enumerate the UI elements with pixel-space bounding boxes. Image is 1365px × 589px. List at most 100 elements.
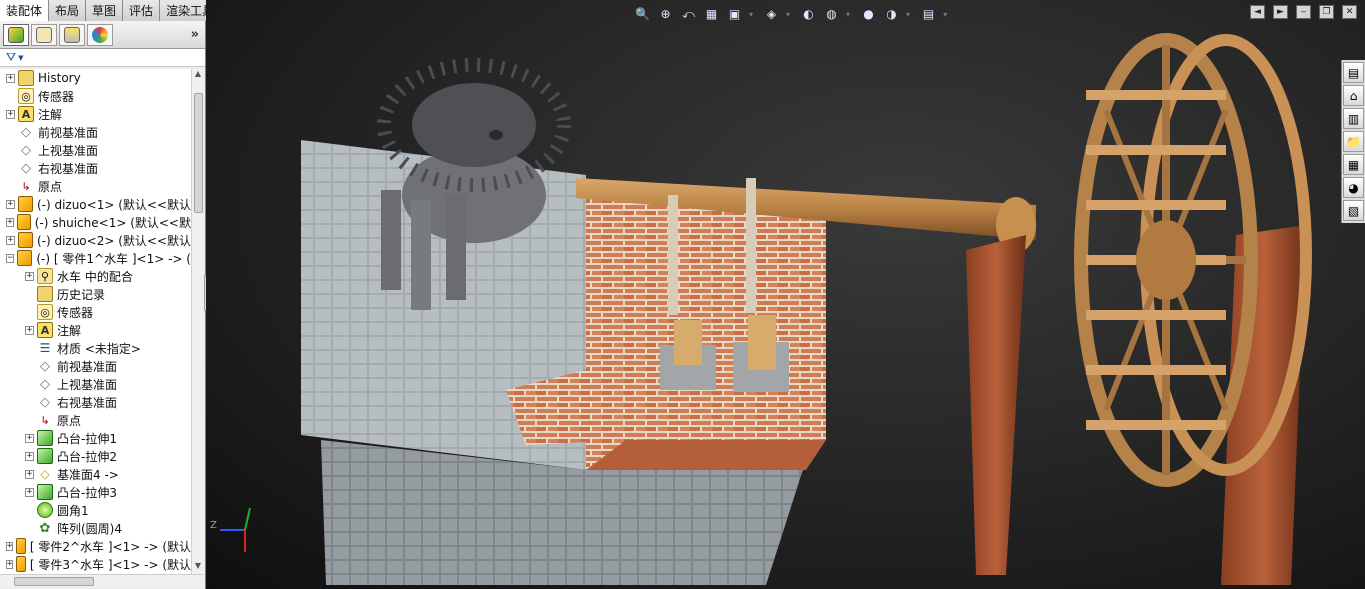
scroll-up-icon[interactable]: ▲: [192, 69, 204, 82]
section-view-icon[interactable]: ▦: [703, 6, 720, 23]
previous-view-icon[interactable]: ⤺: [680, 6, 697, 23]
tree-item-label: 前视基准面: [57, 359, 118, 374]
tree-item[interactable]: + (-) shuiche<1> (默认<<默: [0, 213, 191, 231]
tree-item-label: 右视基准面: [57, 395, 118, 410]
tree-item[interactable]: + A 注解: [0, 105, 191, 123]
custom-properties-icon[interactable]: ▧: [1343, 200, 1364, 221]
tree-item[interactable]: + 凸台-拉伸3: [0, 483, 191, 501]
tab-1[interactable]: 布局: [49, 0, 87, 21]
display-style-icon[interactable]: ◐: [800, 6, 817, 23]
apply-scene-icon[interactable]: ◑: [883, 6, 900, 23]
tree-item[interactable]: ◇ 右视基准面: [0, 159, 191, 177]
view-palette-icon[interactable]: ▦: [1343, 154, 1364, 175]
tree-item[interactable]: + [ 零件3^水车 ]<1> -> (默认: [0, 555, 191, 573]
graphics-viewport[interactable]: 🔍 ⊕ ⤺ ▦ ▣ ▾ ◈ ▾ ◐ ◍ ▾ ● ◑ ▾ ▤ ▾ ◄ ► ‒ ❐ ✕ ▤ ⌂ ▥ 📁 ▦ ◕ ▧ Z: [206, 0, 1365, 589]
tree-item[interactable]: − (-) [ 零件1^水车 ]<1> -> (: [0, 249, 191, 267]
expand-toggle-icon[interactable]: +: [25, 469, 34, 479]
file-explorer-icon[interactable]: 📁: [1343, 131, 1364, 152]
annot-icon: A: [18, 106, 34, 122]
tree-item[interactable]: + History: [0, 69, 191, 87]
expand-toggle-icon[interactable]: +: [25, 451, 34, 461]
dynamic-annotation-icon[interactable]: ▣: [726, 6, 743, 23]
scroll-thumb[interactable]: [194, 93, 203, 213]
tree-item[interactable]: ◇ 前视基准面: [0, 123, 191, 141]
tree-item[interactable]: + ⚲ 水车 中的配合: [0, 267, 191, 285]
tree-item[interactable]: ◇ 右视基准面: [0, 393, 191, 411]
tree-item[interactable]: + (-) dizuo<2> (默认<<默认: [0, 231, 191, 249]
expand-toggle-icon[interactable]: +: [25, 325, 34, 335]
tree-item[interactable]: ☰ 材质 <未指定>: [0, 339, 191, 357]
tree-item[interactable]: ◎ 传感器: [0, 303, 191, 321]
solidworks-resources-icon[interactable]: ▤: [1343, 62, 1364, 83]
plane-icon: ◇: [21, 142, 31, 158]
expand-toggle-icon[interactable]: +: [6, 109, 15, 119]
dropdown-arrow-icon[interactable]: ▾: [943, 10, 947, 19]
dropdown-arrow-icon[interactable]: ▾: [906, 10, 910, 19]
minimize-button[interactable]: ‒: [1296, 5, 1311, 19]
expand-toggle-icon[interactable]: +: [25, 433, 34, 443]
tree-item[interactable]: + ◇ 基准面4 ->: [0, 465, 191, 483]
tree-item[interactable]: ◎ 传感器: [0, 87, 191, 105]
part-icon: [17, 250, 33, 266]
tree-item[interactable]: + 凸台-拉伸1: [0, 429, 191, 447]
tree-item[interactable]: ◇ 前视基准面: [0, 357, 191, 375]
tree-horizontal-scrollbar[interactable]: [0, 574, 204, 588]
tree-item[interactable]: + 凸台-拉伸2: [0, 447, 191, 465]
tree-item-label: 基准面4 ->: [57, 467, 119, 482]
home-icon[interactable]: ⌂: [1343, 85, 1364, 106]
display-manager-tab[interactable]: [87, 23, 113, 46]
tree-item[interactable]: ✿ 阵列(圆周)4: [0, 519, 191, 537]
expand-toggle-icon[interactable]: +: [6, 73, 15, 83]
tree-item[interactable]: ◇ 上视基准面: [0, 141, 191, 159]
tree-item[interactable]: + (-) dizuo<1> (默认<<默认: [0, 195, 191, 213]
dropdown-arrow-icon[interactable]: ▾: [749, 10, 753, 19]
tree-item[interactable]: + [ 零件2^水车 ]<1> -> (默认: [0, 537, 191, 555]
expand-toggle-icon[interactable]: +: [6, 559, 14, 569]
view-orientation-icon[interactable]: ◈: [763, 6, 780, 23]
close-button[interactable]: ✕: [1342, 5, 1357, 19]
restore-button[interactable]: ❐: [1319, 5, 1334, 19]
scroll-down-icon[interactable]: ▼: [192, 561, 204, 574]
dropdown-arrow-icon[interactable]: ▾: [846, 10, 850, 19]
mate-icon: ⚲: [37, 268, 53, 284]
expand-toggle-icon[interactable]: +: [6, 541, 14, 551]
tree-vertical-scrollbar[interactable]: ▲ ▼: [191, 69, 204, 574]
tab-2[interactable]: 草图: [86, 0, 124, 21]
hide-show-items-icon[interactable]: ◍: [823, 6, 840, 23]
part-icon: [16, 538, 26, 554]
tree-item[interactable]: ↳ 原点: [0, 177, 191, 195]
tab-0[interactable]: 装配体: [0, 0, 50, 21]
previous-window-button[interactable]: ◄: [1250, 5, 1265, 19]
dropdown-arrow-icon[interactable]: ▾: [786, 10, 790, 19]
zoom-area-icon[interactable]: ⊕: [657, 6, 674, 23]
tree-item-label: 凸台-拉伸2: [57, 449, 117, 464]
plane-icon: ◇: [21, 160, 31, 176]
tree-item[interactable]: + A 注解: [0, 321, 191, 339]
configuration-manager-tab[interactable]: [59, 23, 85, 46]
tree-item[interactable]: 圆角1: [0, 501, 191, 519]
appearances-icon[interactable]: ◕: [1343, 177, 1364, 198]
panel-expand-button[interactable]: »: [191, 27, 199, 42]
expand-toggle-icon[interactable]: +: [6, 235, 15, 245]
zoom-to-fit-icon[interactable]: 🔍: [634, 6, 651, 23]
tab-3[interactable]: 评估: [123, 0, 161, 21]
tree-item[interactable]: ↳ 原点: [0, 411, 191, 429]
reference-triad: Z: [210, 507, 251, 552]
expand-toggle-icon[interactable]: −: [6, 253, 15, 263]
hscroll-thumb[interactable]: [14, 577, 94, 586]
expand-toggle-icon[interactable]: +: [6, 217, 14, 227]
next-window-button[interactable]: ►: [1273, 5, 1288, 19]
filter-dropdown-icon[interactable]: ▼: [18, 54, 23, 62]
filter-icon[interactable]: ⛛: [6, 50, 16, 65]
tree-item[interactable]: 历史记录: [0, 285, 191, 303]
property-manager-tab[interactable]: [31, 23, 57, 46]
expand-toggle-icon[interactable]: +: [6, 199, 15, 209]
design-library-icon[interactable]: ▥: [1343, 108, 1364, 129]
feature-manager-tab[interactable]: [3, 23, 29, 46]
tree-item[interactable]: ◇ 上视基准面: [0, 375, 191, 393]
expand-toggle-icon[interactable]: +: [25, 487, 34, 497]
view-settings-icon[interactable]: ▤: [920, 6, 937, 23]
expand-toggle-icon[interactable]: +: [25, 271, 34, 281]
edit-appearance-icon[interactable]: ●: [860, 6, 877, 23]
